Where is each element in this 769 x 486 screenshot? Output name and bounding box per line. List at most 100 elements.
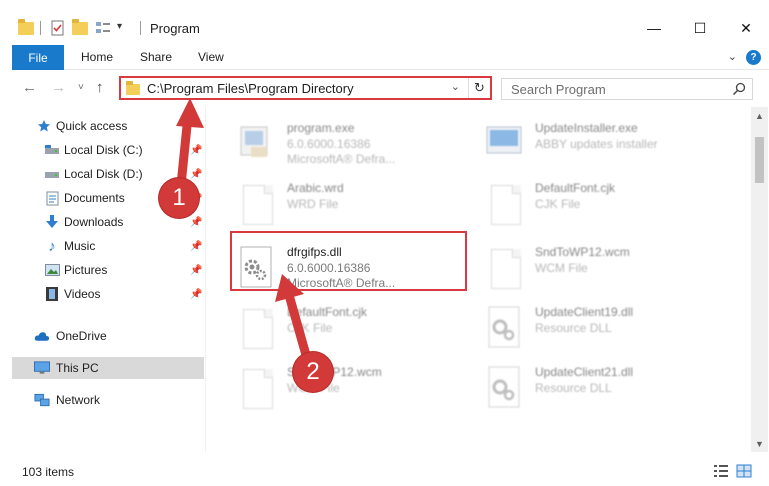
expand-ribbon-icon[interactable]: ⌄ <box>728 50 737 63</box>
forward-button[interactable]: → <box>51 79 66 96</box>
videos-icon <box>44 286 60 302</box>
drive-icon <box>44 166 60 182</box>
search-placeholder: Search Program <box>511 82 606 97</box>
sidebar-item-local-disk-c[interactable]: Local Disk (C:) 📌 <box>12 139 204 161</box>
documents-icon <box>44 190 60 206</box>
minimize-button[interactable]: — <box>631 12 677 44</box>
tab-share[interactable]: Share <box>140 50 172 64</box>
sidebar-item-label: OneDrive <box>56 329 107 343</box>
toolbar-separator <box>40 21 41 35</box>
sidebar-item-this-pc[interactable]: This PC <box>12 357 204 379</box>
back-button[interactable]: ← <box>22 79 37 96</box>
drive-icon <box>44 142 60 158</box>
pin-icon[interactable]: 📌 <box>190 217 202 228</box>
file-type: Resource DLL <box>535 321 612 335</box>
address-bar[interactable]: C:\Program Files\Program Directory ⌄ ↻ <box>119 76 492 100</box>
sidebar-item-onedrive[interactable]: OneDrive <box>12 325 204 347</box>
step-badge-1: 1 <box>159 178 199 218</box>
refresh-button[interactable]: ↻ <box>468 78 490 98</box>
file-item[interactable]: Arabic.wrd WRD File <box>233 175 473 231</box>
document-icon <box>237 305 275 349</box>
search-icon[interactable] <box>732 82 746 96</box>
customize-icon[interactable] <box>95 20 111 36</box>
file-item[interactable]: SndToWP12.wcm WCM File <box>233 359 473 415</box>
document-icon <box>485 181 523 225</box>
chevron-down-icon[interactable]: ⌄ <box>451 80 460 93</box>
file-name: SndToWP12.wcm <box>535 245 630 259</box>
file-type: WRD File <box>287 197 339 211</box>
large-icons-view-icon[interactable] <box>736 464 752 478</box>
properties-icon[interactable] <box>50 20 66 36</box>
file-type: WCM File <box>535 261 588 275</box>
file-name: UpdateClient19.dll <box>535 305 634 319</box>
sidebar-item-label: Videos <box>64 287 101 301</box>
scrollbar-thumb[interactable] <box>755 137 764 183</box>
tab-file[interactable]: File <box>12 45 64 70</box>
recent-locations-icon[interactable]: ˅ <box>78 82 84 93</box>
download-icon <box>44 214 60 230</box>
pictures-icon <box>44 262 60 278</box>
sidebar-item-label: Pictures <box>64 263 108 277</box>
window-title: Program <box>150 21 200 36</box>
pin-icon[interactable]: 📌 <box>190 145 202 156</box>
sidebar-item-videos[interactable]: Videos 📌 <box>12 283 204 305</box>
pin-icon[interactable]: 📌 <box>190 169 202 180</box>
file-item[interactable]: UpdateClient21.dll Resource DLL <box>481 359 721 415</box>
sidebar-item-label: Local Disk (D:) <box>64 167 143 181</box>
file-name: DefaultFont.cjk <box>287 305 368 319</box>
file-version: 6.0.6000.16386 <box>287 137 371 151</box>
pin-icon[interactable]: 📌 <box>190 241 202 252</box>
new-folder-icon[interactable] <box>72 19 88 36</box>
search-input[interactable]: Search Program <box>501 78 753 100</box>
pin-icon[interactable]: 📌 <box>190 265 202 276</box>
sidebar-item-label: Quick access <box>56 119 128 133</box>
chevron-down-icon[interactable]: ▾ <box>117 21 133 37</box>
file-description: MicrosoftA® Defra... <box>287 152 396 166</box>
navigation-pane: Quick access Local Disk (C:) 📌 Local Dis… <box>12 107 204 452</box>
sidebar-item-music[interactable]: ♪ Music 📌 <box>12 235 204 257</box>
file-item[interactable]: DefaultFont.cjk CJK File <box>481 175 721 231</box>
help-icon[interactable]: ? <box>746 50 761 65</box>
file-item[interactable]: program.exe 6.0.6000.16386 MicrosoftA® D… <box>233 115 473 171</box>
file-item[interactable]: UpdateClient19.dll Resource DLL <box>481 299 721 355</box>
file-item[interactable]: UpdateInstaller.exe ABBY updates install… <box>481 115 721 171</box>
address-path[interactable]: C:\Program Files\Program Directory <box>147 81 354 96</box>
sidebar-item-quick-access[interactable]: Quick access <box>12 115 204 137</box>
file-type: CJK File <box>535 197 581 211</box>
step-badge-2: 2 <box>293 352 333 392</box>
tab-home[interactable]: Home <box>81 50 113 64</box>
sidebar-item-network[interactable]: Network <box>12 389 204 411</box>
file-description: ABBY updates installer <box>535 137 658 151</box>
scroll-down-icon[interactable]: ▼ <box>751 435 768 452</box>
cloud-icon <box>34 328 50 344</box>
file-type: Resource DLL <box>535 381 612 395</box>
sidebar-item-label: Documents <box>64 191 125 205</box>
installer-icon <box>485 121 523 165</box>
file-item[interactable]: DefaultFont.cjk CJK File <box>233 299 473 355</box>
sidebar-item-label: Music <box>64 239 96 253</box>
highlight-box <box>230 231 467 291</box>
ribbon-tabs: File Home Share View ⌄ ? <box>12 45 769 70</box>
sidebar-item-label: Local Disk (C:) <box>64 143 143 157</box>
vertical-scrollbar[interactable]: ▲ ▼ <box>751 107 768 452</box>
file-name: DefaultFont.cjk <box>535 181 616 195</box>
details-view-icon[interactable] <box>713 464 729 478</box>
title-bar: ▾ Program — ☐ ✕ <box>12 12 769 45</box>
up-button[interactable]: ↑ <box>96 79 104 96</box>
file-name: program.exe <box>287 121 355 135</box>
scroll-up-icon[interactable]: ▲ <box>751 107 768 124</box>
close-button[interactable]: ✕ <box>723 12 769 44</box>
tab-view[interactable]: View <box>198 50 224 64</box>
file-name: UpdateInstaller.exe <box>535 121 638 135</box>
status-bar: 103 items <box>12 458 769 486</box>
folder-icon <box>18 19 34 36</box>
maximize-button[interactable]: ☐ <box>677 12 723 44</box>
pin-icon[interactable]: 📌 <box>190 289 202 300</box>
address-row: ← → ˅ ↑ C:\Program Files\Program Directo… <box>12 71 769 105</box>
music-icon: ♪ <box>48 237 56 255</box>
document-icon <box>237 365 275 409</box>
sidebar-item-pictures[interactable]: Pictures 📌 <box>12 259 204 281</box>
file-item[interactable]: SndToWP12.wcm WCM File <box>481 239 721 295</box>
star-icon <box>36 118 52 134</box>
toolbar-separator <box>140 21 141 35</box>
